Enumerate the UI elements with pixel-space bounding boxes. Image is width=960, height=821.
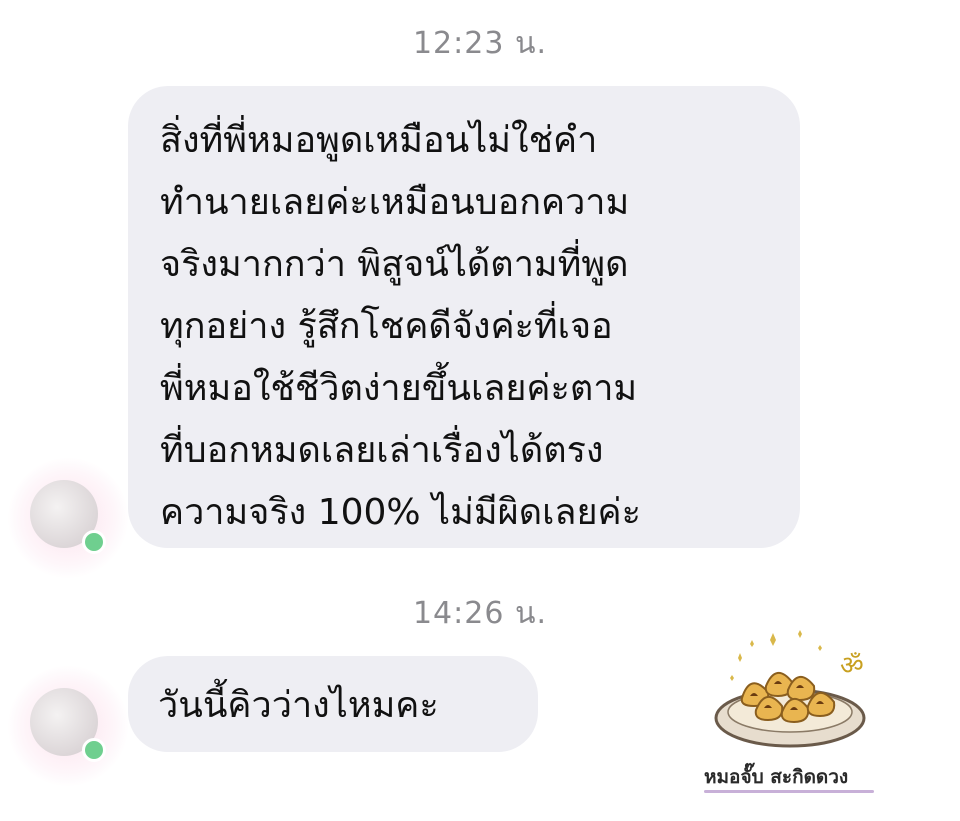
sender-avatar[interactable] — [8, 666, 128, 786]
message-text-line: สิ่งที่พี่หมอพูดเหมือนไม่ใช่คำ — [160, 120, 598, 161]
online-status-icon — [82, 530, 106, 554]
message-timestamp: 12:23 น. — [412, 26, 548, 61]
message-text-line: พี่หมอใช้ชีวิตง่ายขึ้นเลยค่ะตาม — [160, 368, 638, 409]
message-text-line: ทำนายเลยค่ะเหมือนบอกความ — [160, 182, 630, 223]
svg-text:ॐ: ॐ — [840, 651, 864, 681]
message-text-line: จริงมากกว่า พิสูจน์ได้ตามที่พูด — [160, 244, 629, 285]
message-text-line: ความจริง 100% ไม่มีผิดเลยค่ะ — [160, 492, 641, 533]
chat-screen: 12:23 น. สิ่งที่พี่หมอพูดเหมือนไม่ใช่คำ … — [0, 0, 960, 821]
dumpling-plate-icon: ॐ — [714, 630, 866, 748]
sender-avatar[interactable] — [8, 458, 128, 578]
message-text-line: ทุกอย่าง รู้สึกโชคดีจังค่ะที่เจอ — [160, 306, 613, 347]
watermark-caption: หมอจั๊บ สะกิดดวง — [704, 766, 849, 788]
online-status-icon — [82, 738, 106, 762]
message-text-line: ที่บอกหมดเลยเล่าเรื่องได้ตรง — [160, 430, 604, 471]
watermark-logo: ॐ หมอจั๊บ สะกิดดวง — [690, 630, 890, 800]
message-text: วันนี้คิวว่างไหมคะ — [158, 684, 439, 726]
watermark-underline — [704, 790, 874, 793]
incoming-message-bubble[interactable]: วันนี้คิวว่างไหมคะ — [128, 656, 538, 752]
incoming-message-bubble[interactable]: สิ่งที่พี่หมอพูดเหมือนไม่ใช่คำ ทำนายเลยค… — [128, 86, 800, 548]
